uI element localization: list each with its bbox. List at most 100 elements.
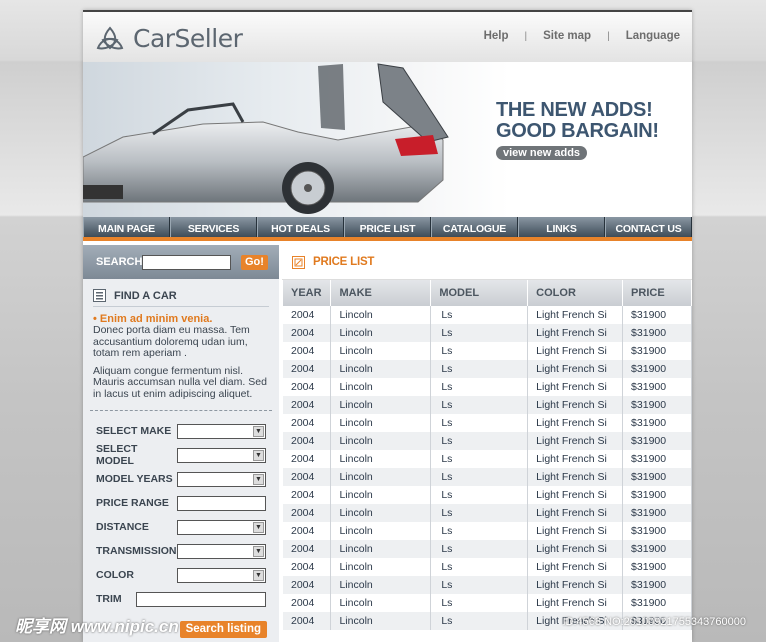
search-listing-button[interactable]: Search listing [179,621,267,638]
filter-model: SELECT MODEL ▼ [83,443,279,467]
cell-model: Ls [430,468,529,486]
distance-select[interactable]: ▼ [177,519,266,535]
cell-price: $31900 [622,378,692,396]
nav-services[interactable]: SERVICES [170,217,257,237]
dropdown-arrow-icon: ▼ [253,449,264,461]
filter-make: SELECT MAKE ▼ [83,419,279,443]
column-price[interactable]: PRICE [622,280,692,306]
sitemap-link[interactable]: Site map [543,30,591,42]
table-row[interactable]: 2004 Lincoln Ls Light French Si $31900 [283,504,692,522]
table-row[interactable]: 2004 Lincoln Ls Light French Si $31900 [283,360,692,378]
filter-distance: DISTANCE ▼ [83,515,279,539]
cell-year: 2004 [283,342,332,360]
search-label: SEARCH [96,256,143,268]
logo[interactable]: CarSeller [95,24,243,53]
table-row[interactable]: 2004 Lincoln Ls Light French Si $31900 [283,576,692,594]
model-select[interactable]: ▼ [177,447,266,463]
cell-year: 2004 [283,594,332,612]
go-button[interactable]: Go! [241,254,268,270]
cell-make: Lincoln [330,504,432,522]
help-link[interactable]: Help [484,30,509,42]
nav-contact-us[interactable]: CONTACT US [605,217,692,237]
table-row[interactable]: 2004 Lincoln Ls Light French Si $31900 [283,540,692,558]
search-input[interactable] [142,254,231,270]
cell-price: $31900 [622,306,692,324]
cell-price: $31900 [622,594,692,612]
table-row[interactable]: 2004 Lincoln Ls Light French Si $31900 [283,486,692,504]
table-row[interactable]: 2004 Lincoln Ls Light French Si $31900 [283,432,692,450]
cell-make: Lincoln [330,576,432,594]
cell-model: Ls [430,324,529,342]
column-model[interactable]: MODEL [430,280,529,306]
cell-color: Light French Si [527,360,624,378]
filter-years: MODEL YEARS ▼ [83,467,279,491]
separator: | [524,30,528,42]
dropdown-arrow-icon: ▼ [253,473,264,485]
column-color[interactable]: COLOR [527,280,624,306]
years-label: MODEL YEARS [96,473,173,485]
cell-year: 2004 [283,432,332,450]
price-list-icon [292,255,305,269]
table-row[interactable]: 2004 Lincoln Ls Light French Si $31900 [283,468,692,486]
cell-price: $31900 [622,432,692,450]
table-row[interactable]: 2004 Lincoln Ls Light French Si $31900 [283,324,692,342]
cell-color: Light French Si [527,594,624,612]
divider [90,410,272,411]
cell-year: 2004 [283,576,332,594]
column-year[interactable]: YEAR [283,280,332,306]
cell-price: $31900 [622,450,692,468]
main-nav: MAIN PAGE SERVICES HOT DEALS PRICE LIST … [83,217,692,241]
nav-links[interactable]: LINKS [518,217,605,237]
list-icon [93,289,106,302]
cell-color: Light French Si [527,342,624,360]
trim-input[interactable] [136,591,266,607]
price-range-input[interactable] [177,495,266,511]
years-select[interactable]: ▼ [177,471,266,487]
cell-color: Light French Si [527,396,624,414]
nav-main-page[interactable]: MAIN PAGE [83,217,170,237]
cell-model: Ls [430,612,529,630]
filter-color: COLOR ▼ [83,563,279,587]
cell-make: Lincoln [330,540,432,558]
cell-make: Lincoln [330,396,432,414]
cell-price: $31900 [622,342,692,360]
cell-make: Lincoln [330,468,432,486]
hero-banner: THE NEW ADDS! GOOD BARGAIN! view new add… [83,62,692,217]
dropdown-arrow-icon: ▼ [253,545,264,557]
dropdown-arrow-icon: ▼ [253,425,264,437]
make-select[interactable]: ▼ [177,423,266,439]
view-new-adds-button[interactable]: view new adds [496,146,588,160]
table-row[interactable]: 2004 Lincoln Ls Light French Si $31900 [283,342,692,360]
cell-make: Lincoln [330,558,432,576]
table-row[interactable]: 2004 Lincoln Ls Light French Si $31900 [283,396,692,414]
cell-price: $31900 [622,468,692,486]
tagline-line-1: THE NEW ADDS! [496,99,653,121]
cell-model: Ls [430,504,529,522]
table-row[interactable]: 2004 Lincoln Ls Light French Si $31900 [283,306,692,324]
find-a-car-panel: FIND A CAR • Enim ad minim venia. Donec … [83,279,279,400]
transmission-select[interactable]: ▼ [177,543,266,559]
cell-color: Light French Si [527,522,624,540]
nav-catalogue[interactable]: CATALOGUE [431,217,518,237]
color-select[interactable]: ▼ [177,567,266,583]
price-list-title: PRICE LIST [313,256,375,268]
column-make[interactable]: MAKE [330,280,432,306]
table-row[interactable]: 2004 Lincoln Ls Light French Si $31900 [283,522,692,540]
cell-price: $31900 [622,414,692,432]
language-link[interactable]: Language [626,30,680,42]
cell-model: Ls [430,306,529,324]
nav-price-list[interactable]: PRICE LIST [344,217,431,237]
cell-make: Lincoln [330,414,432,432]
nav-hot-deals[interactable]: HOT DEALS [257,217,344,237]
table-row[interactable]: 2004 Lincoln Ls Light French Si $31900 [283,558,692,576]
table-row[interactable]: 2004 Lincoln Ls Light French Si $31900 [283,378,692,396]
table-row[interactable]: 2004 Lincoln Ls Light French Si $31900 [283,414,692,432]
price-table: YEAR MAKE MODEL COLOR PRICE 2004 Lincoln L… [283,280,692,630]
cell-model: Ls [430,414,529,432]
table-row[interactable]: 2004 Lincoln Ls Light French Si $31900 [283,450,692,468]
top-nav: Help | Site map | Language [484,30,680,42]
cell-color: Light French Si [527,450,624,468]
cell-price: $31900 [622,558,692,576]
model-label: SELECT MODEL [96,443,138,467]
table-row[interactable]: 2004 Lincoln Ls Light French Si $31900 [283,594,692,612]
